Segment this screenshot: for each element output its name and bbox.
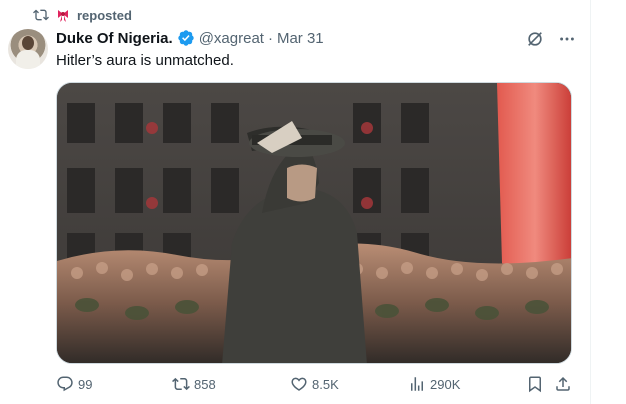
repost-icon — [172, 375, 190, 393]
more-icon[interactable] — [557, 29, 577, 49]
share-button[interactable] — [554, 374, 572, 394]
like-count: 8.5K — [312, 376, 339, 392]
reply-button[interactable]: 99 — [56, 374, 92, 394]
repost-icon — [33, 7, 49, 23]
tweet-text: Hitler’s aura is unmatched. — [56, 52, 234, 69]
repost-indicator: reposted — [33, 6, 132, 24]
share-icon — [554, 375, 572, 393]
tweet-card[interactable]: reposted Duke Of Nigeria. @xagreat · Mar… — [0, 0, 591, 404]
reply-count: 99 — [78, 376, 93, 392]
views-icon — [408, 375, 426, 393]
author-handle[interactable]: @xagreat — [199, 30, 264, 47]
video-frame-illustration — [57, 83, 571, 363]
like-button[interactable]: 8.5K — [290, 374, 339, 394]
repost-button[interactable]: 858 — [172, 374, 216, 394]
views-button[interactable]: 290K — [408, 374, 460, 394]
grok-icon[interactable] — [525, 29, 545, 49]
ribbon-icon — [55, 7, 71, 23]
tweet-header: Duke Of Nigeria. @xagreat · Mar 31 — [56, 28, 324, 48]
separator: · — [267, 29, 273, 47]
verified-badge-icon[interactable] — [177, 29, 195, 47]
author-name[interactable]: Duke Of Nigeria. — [56, 30, 173, 47]
bookmark-icon — [526, 375, 544, 393]
views-count: 290K — [430, 376, 461, 392]
action-bar: 99 858 8.5K 290K — [56, 374, 572, 394]
tweet-top-actions — [525, 29, 577, 49]
bookmark-button[interactable] — [526, 374, 544, 394]
tweet-date[interactable]: Mar 31 — [277, 30, 324, 47]
repost-count: 858 — [194, 376, 216, 392]
reply-icon — [56, 375, 74, 393]
repost-label: reposted — [77, 7, 132, 23]
tweet-media[interactable] — [56, 82, 572, 364]
like-icon — [290, 375, 308, 393]
avatar[interactable] — [8, 29, 48, 69]
